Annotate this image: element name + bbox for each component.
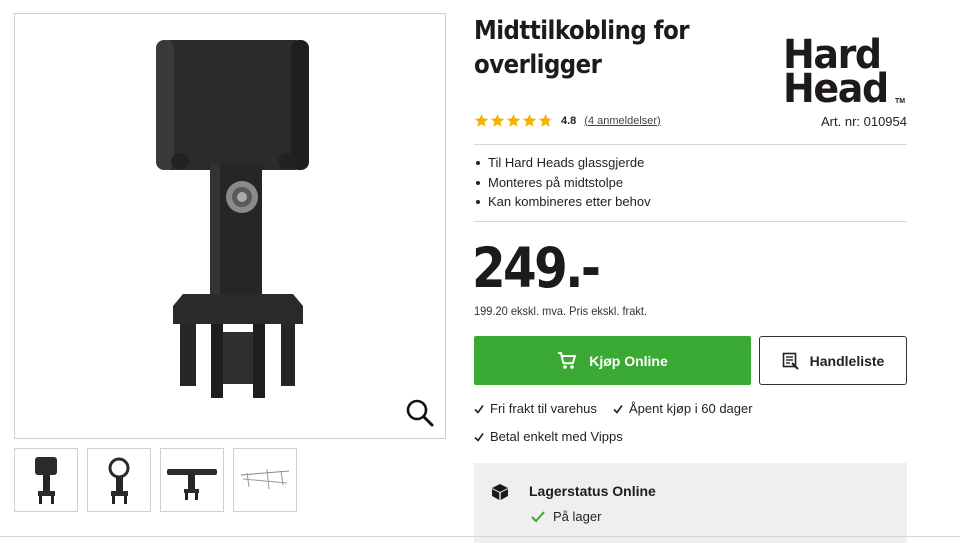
trademark-mark: TM [895,98,906,105]
brand-logo: Hard Head TM [783,35,909,112]
thumbnail-image [167,469,217,500]
thumbnail-image [35,457,57,504]
feature-item: Til Hard Heads glassgjerde [474,153,651,173]
thumbnail-strip [14,448,297,512]
article-number: Art. nr: 010954 [821,114,907,129]
star-icon [506,113,521,127]
check-icon [613,404,623,414]
product-title-line-2: overligger [474,50,602,80]
shopping-list-icon [782,352,799,370]
product-title-line-1: Midttilkobling for [474,16,690,46]
magnifier-icon [406,399,434,427]
star-icon [490,113,505,127]
check-icon [474,404,484,414]
main-product-image[interactable] [14,13,446,439]
brand-logo-word-2: Head [783,66,889,112]
rating-stars [474,113,553,128]
feature-item: Kan kombineres etter behov [474,192,651,212]
thumbnail-1[interactable] [14,448,78,512]
usp-vipps: Betal enkelt med Vipps [474,429,623,444]
check-icon [531,511,545,523]
feature-item: Monteres på midtstolpe [474,173,651,193]
shopping-list-button[interactable]: Handleliste [759,336,907,385]
price-excl-vat: 199.20 ekskl. mva. Pris ekskl. frakt. [474,304,648,318]
thumbnail-image [108,457,130,504]
package-icon [492,484,508,500]
stock-status-panel: Lagerstatus Online På lager [474,463,907,543]
divider [474,221,907,222]
star-icon [474,113,489,127]
usp-free-shipping-text: Fri frakt til varehus [490,401,597,416]
usp-free-shipping: Fri frakt til varehus [474,401,597,416]
shopping-list-label: Handleliste [809,352,885,369]
product-photo [156,40,309,398]
buy-online-button[interactable]: Kjøp Online [474,336,751,385]
thumbnail-4[interactable] [233,448,297,512]
reviews-link[interactable]: (4 anmeldelser) [584,115,660,127]
zoom-button[interactable] [403,396,437,430]
rating-value: 4.8 [561,114,577,127]
check-icon [474,432,484,442]
feature-list: Til Hard Heads glassgjerde Monteres på m… [474,153,651,212]
product-title: Midttilkobling for overligger [474,14,729,82]
usp-vipps-text: Betal enkelt med Vipps [490,429,623,444]
usp-open-purchase-text: Åpent kjøp i 60 dager [629,401,753,416]
rating-row: 4.8 (4 anmeldelser) [474,113,661,128]
thumbnail-image [240,468,290,490]
thumbnail-2[interactable] [87,448,151,512]
stock-title: Lagerstatus Online [529,483,656,499]
stock-status-text: På lager [553,509,602,524]
price: 249.- [472,236,601,300]
buy-online-label: Kjøp Online [589,352,668,369]
shopping-cart-icon [558,351,577,369]
divider [474,144,907,145]
star-icon [538,113,553,127]
star-icon [522,113,537,127]
thumbnail-3[interactable] [160,448,224,512]
usp-open-purchase: Åpent kjøp i 60 dager [613,401,753,416]
divider [0,536,960,537]
